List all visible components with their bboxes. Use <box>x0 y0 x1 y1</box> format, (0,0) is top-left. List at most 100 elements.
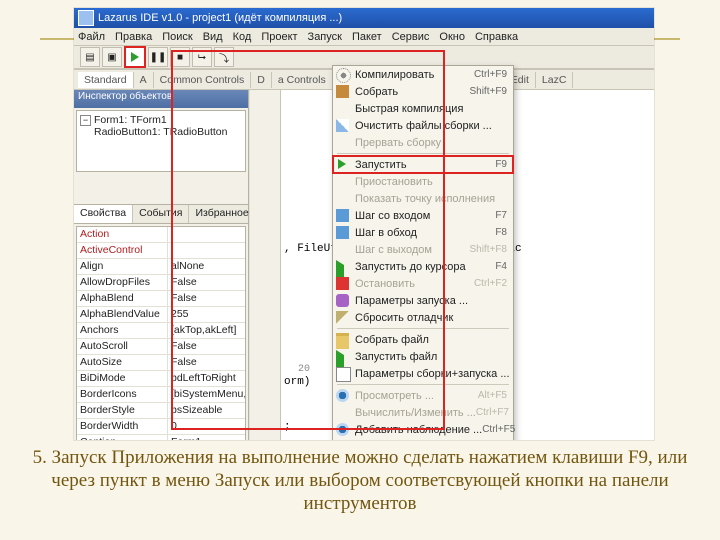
window-titlebar: Lazarus IDE v1.0 - project1 (идёт компил… <box>74 8 654 28</box>
menu-запуск[interactable]: Запуск <box>308 31 342 43</box>
menu-item-label: Добавить наблюдение ... <box>355 424 482 436</box>
palette-tab[interactable]: A <box>134 72 154 88</box>
menu-item-label: Собрать файл <box>355 334 429 346</box>
menu-item-label: Приостановить <box>355 176 433 188</box>
stop-icon <box>336 277 349 290</box>
property-row[interactable]: BiDiModebdLeftToRight <box>77 371 245 387</box>
build-icon <box>336 85 349 98</box>
object-inspector: Инспектор объектов −Form1: TForm1 RadioB… <box>74 90 249 440</box>
tree-row[interactable]: −Form1: TForm1 <box>80 114 242 126</box>
inspector-tab[interactable]: Избранное <box>189 205 255 223</box>
menu-item[interactable]: Параметры сборки+запуска ... <box>333 365 513 382</box>
menu-shortcut: Ctrl+F7 <box>476 407 509 418</box>
toolbar-stepin-icon[interactable]: ⤵ <box>214 47 234 67</box>
menu-item-label: Сбросить отладчик <box>355 312 453 324</box>
property-grid[interactable]: ActionActiveControlAlignalNoneAllowDropF… <box>76 226 246 440</box>
menu-item-label: Просмотреть ... <box>355 390 434 402</box>
run-menu-dropdown[interactable]: КомпилироватьCtrl+F9 Собрать Shift+F9 Быстр… <box>332 65 514 440</box>
menu-поиск[interactable]: Поиск <box>162 31 192 43</box>
window-title: Lazarus IDE v1.0 - project1 (идёт компил… <box>98 12 342 24</box>
property-row[interactable]: AllowDropFilesFalse <box>77 275 245 291</box>
palette-tab[interactable]: D <box>251 72 272 88</box>
clean-icon <box>336 119 349 132</box>
menu-item-label: Вычислить/Изменить ... <box>355 407 476 419</box>
menu-item-label: Шаг со входом <box>355 210 430 222</box>
inspector-tab[interactable]: События <box>133 205 189 223</box>
object-tree[interactable]: −Form1: TForm1 RadioButton1: TRadioButto… <box>76 110 246 172</box>
menu-separator <box>337 384 509 385</box>
toolbar-run-button[interactable] <box>124 46 146 68</box>
toolbar-stepover-icon[interactable]: ⮡ <box>192 47 212 67</box>
menu-окно[interactable]: Окно <box>439 31 465 43</box>
toolbar-pause-icon[interactable]: ❚❚ <box>148 47 168 67</box>
menu-item: Показать точку исполнения <box>333 190 513 207</box>
palette-tab[interactable]: Standard <box>78 72 134 88</box>
menu-item[interactable]: Шаг в обходF8 <box>333 224 513 241</box>
line-number: 20 <box>284 362 310 377</box>
inspector-tab[interactable]: Свойства <box>74 205 133 223</box>
menu-item[interactable]: Параметры запуска ... <box>333 292 513 309</box>
menu-item[interactable]: Запустить файл <box>333 348 513 365</box>
toolbar-new-icon[interactable]: ▤ <box>80 47 100 67</box>
palette-tab[interactable]: a Controls <box>272 72 333 88</box>
property-row[interactable]: AlphaBlendFalse <box>77 291 245 307</box>
menu-item[interactable]: Очистить файлы сборки ... <box>333 117 513 134</box>
property-row[interactable]: BorderWidth0 <box>77 419 245 435</box>
menu-item[interactable]: ЗапуститьF9 <box>333 156 513 173</box>
menu-separator <box>337 153 509 154</box>
palette-tab[interactable]: Common Controls <box>154 72 252 88</box>
menu-item[interactable]: Запустить до курсораF4 <box>333 258 513 275</box>
menu-правка[interactable]: Правка <box>115 31 152 43</box>
ide-screenshot: Lazarus IDE v1.0 - project1 (идёт компил… <box>74 8 654 440</box>
property-row[interactable]: ActiveControl <box>77 243 245 259</box>
property-row[interactable]: AlphaBlendValue255 <box>77 307 245 323</box>
property-row[interactable]: AutoSizeFalse <box>77 355 245 371</box>
menu-item-label: Параметры сборки+запуска ... <box>355 368 510 380</box>
menu-shortcut: Alt+F5 <box>478 390 507 401</box>
menu-item: Просмотреть ... Alt+F5 <box>333 387 513 404</box>
tree-row[interactable]: RadioButton1: TRadioButton <box>80 126 242 138</box>
menubar[interactable]: Файл Правка Поиск Вид Код Проект Запуск Пакет Се… <box>74 28 654 46</box>
inspector-tabs[interactable]: СвойстваСобытияИзбранноеC <box>74 204 248 224</box>
menu-item[interactable]: КомпилироватьCtrl+F9 <box>333 66 513 83</box>
menu-item[interactable]: Шаг со входомF7 <box>333 207 513 224</box>
menu-код[interactable]: Код <box>233 31 252 43</box>
property-row[interactable]: BorderIcons[biSystemMenu,biM <box>77 387 245 403</box>
property-row[interactable]: AutoScrollFalse <box>77 339 245 355</box>
tree-collapse-icon[interactable]: − <box>80 115 91 126</box>
menu-пакет[interactable]: Пакет <box>352 31 382 43</box>
property-row[interactable]: AlignalNone <box>77 259 245 275</box>
menu-item[interactable]: Быстрая компиляция <box>333 100 513 117</box>
menu-item[interactable]: Сбросить отладчик <box>333 309 513 326</box>
toolbar-open-icon[interactable]: ▣ <box>102 47 122 67</box>
eye-icon <box>336 423 349 436</box>
palette-tab[interactable]: LazC <box>536 72 574 88</box>
menu-item[interactable]: Добавить наблюдение ...Ctrl+F5 <box>333 421 513 438</box>
menu-сервис[interactable]: Сервис <box>392 31 430 43</box>
menu-item[interactable]: Собрать файл <box>333 331 513 348</box>
menu-item-label: Собрать <box>355 86 398 98</box>
menu-item-label: Прервать сборку <box>355 137 441 149</box>
menu-separator <box>337 328 509 329</box>
menu-item-label: Запустить <box>355 159 407 171</box>
menu-shortcut: Shift+F9 <box>469 86 507 97</box>
property-row[interactable]: Anchors[akTop,akLeft] <box>77 323 245 339</box>
menu-item[interactable]: Добавить точку останова▸ <box>333 438 513 440</box>
menu-item[interactable]: Собрать Shift+F9 <box>333 83 513 100</box>
wand-icon <box>336 311 349 324</box>
property-row[interactable]: CaptionForm1 <box>77 435 245 440</box>
menu-файл[interactable]: Файл <box>78 31 105 43</box>
menu-shortcut: Shift+F8 <box>469 244 507 255</box>
menu-item-label: Шаг с выходом <box>355 244 432 256</box>
doc-icon <box>336 367 351 382</box>
menu-item-label: Показать точку исполнения <box>355 193 495 205</box>
gear-icon <box>336 68 351 83</box>
menu-проект[interactable]: Проект <box>261 31 297 43</box>
property-row[interactable]: BorderStylebsSizeable <box>77 403 245 419</box>
menu-справка[interactable]: Справка <box>475 31 518 43</box>
property-row[interactable]: Action <box>77 227 245 243</box>
menu-вид[interactable]: Вид <box>203 31 223 43</box>
play-icon <box>338 159 346 169</box>
toolbar-stop-icon[interactable]: ■ <box>170 47 190 67</box>
menu-item-label: Компилировать <box>355 69 434 81</box>
